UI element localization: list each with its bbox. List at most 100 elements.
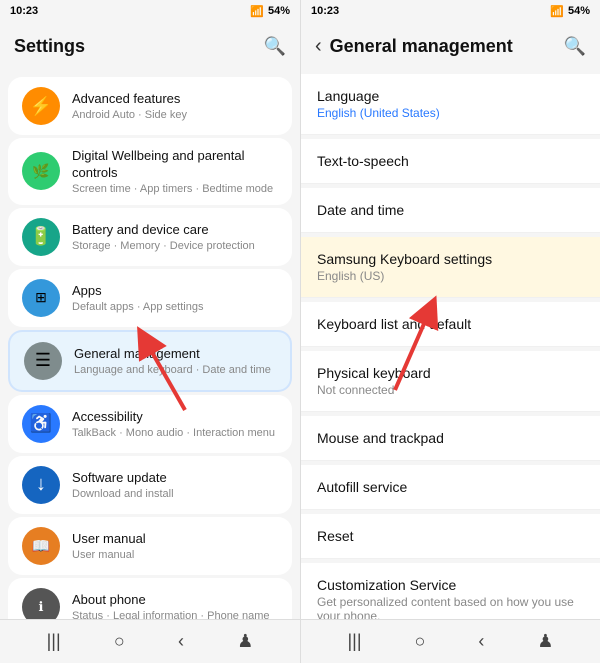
battery-icon: 🔋 bbox=[22, 218, 60, 256]
language-subtitle: English (United States) bbox=[317, 106, 584, 120]
left-header: Settings 🔍 bbox=[0, 22, 300, 70]
right-status-time: 10:23 bbox=[311, 5, 339, 17]
about-icon: ℹ bbox=[22, 588, 60, 619]
language-title: Language bbox=[317, 88, 584, 104]
menu-item-language[interactable]: Language English (United States) bbox=[301, 74, 600, 135]
autofill-section: Autofill service bbox=[301, 465, 600, 510]
settings-item-battery[interactable]: 🔋 Battery and device care Storage · Memo… bbox=[8, 208, 292, 266]
menu-item-mouse[interactable]: Mouse and trackpad bbox=[301, 416, 600, 461]
settings-item-about[interactable]: ℹ About phone Status · Legal information… bbox=[8, 578, 292, 619]
advanced-text: Advanced features Android Auto · Side ke… bbox=[72, 91, 278, 121]
left-nav-bar: ||| ○ ‹ ♟ bbox=[0, 619, 300, 663]
about-title: About phone bbox=[72, 592, 278, 609]
menu-item-samsung-keyboard[interactable]: Samsung Keyboard settings English (US) bbox=[301, 237, 600, 298]
about-subtitle: Status · Legal information · Phone name bbox=[72, 610, 278, 619]
software-title: Software update bbox=[72, 470, 278, 487]
menu-item-keyboard-list[interactable]: Keyboard list and default bbox=[301, 302, 600, 347]
menu-item-physical-keyboard[interactable]: Physical keyboard Not connected bbox=[301, 351, 600, 412]
menu-item-datetime[interactable]: Date and time bbox=[301, 188, 600, 233]
manual-subtitle: User manual bbox=[72, 549, 278, 561]
datetime-title: Date and time bbox=[317, 202, 584, 218]
right-settings-list: Language English (United States) Text-to… bbox=[301, 70, 600, 619]
right-nav-home[interactable]: ○ bbox=[407, 623, 434, 660]
manual-text: User manual User manual bbox=[72, 531, 278, 561]
wellbeing-subtitle: Screen time · App timers · Bedtime mode bbox=[72, 183, 278, 195]
general-text: General management Language and keyboard… bbox=[74, 346, 276, 376]
left-nav-assist[interactable]: ♟ bbox=[229, 623, 261, 660]
battery-title: Battery and device care bbox=[72, 222, 278, 239]
tts-title: Text-to-speech bbox=[317, 153, 584, 169]
about-text: About phone Status · Legal information ·… bbox=[72, 592, 278, 619]
general-subtitle: Language and keyboard · Date and time bbox=[74, 364, 276, 376]
right-nav-bar: ||| ○ ‹ ♟ bbox=[301, 619, 600, 663]
manual-icon: 📖 bbox=[22, 527, 60, 565]
physical-keyboard-subtitle: Not connected bbox=[317, 383, 584, 397]
right-status-icons: 📶 54% bbox=[550, 5, 590, 18]
left-search-icon[interactable]: 🔍 bbox=[264, 36, 286, 57]
customization-subtitle: Get personalized content based on how yo… bbox=[317, 595, 584, 619]
customization-section: Customization Service Get personalized c… bbox=[301, 563, 600, 619]
software-subtitle: Download and install bbox=[72, 488, 278, 500]
apps-subtitle: Default apps · App settings bbox=[72, 301, 278, 313]
right-panel: 10:23 📶 54% ‹ General management 🔍 Langu… bbox=[300, 0, 600, 663]
left-nav-back[interactable]: ‹ bbox=[170, 623, 192, 660]
accessibility-title: Accessibility bbox=[72, 409, 278, 426]
left-nav-recent[interactable]: ||| bbox=[39, 623, 69, 660]
settings-item-advanced[interactable]: ⚡ Advanced features Android Auto · Side … bbox=[8, 77, 292, 135]
left-panel: 10:23 📶 54% Settings 🔍 ⚡ Advanced featur… bbox=[0, 0, 300, 663]
right-back-icon[interactable]: ‹ bbox=[315, 35, 322, 58]
general-title: General management bbox=[74, 346, 276, 363]
mouse-section: Mouse and trackpad bbox=[301, 416, 600, 461]
manual-title: User manual bbox=[72, 531, 278, 548]
accessibility-icon: ♿ bbox=[22, 405, 60, 443]
menu-item-customization[interactable]: Customization Service Get personalized c… bbox=[301, 563, 600, 619]
right-nav-recent[interactable]: ||| bbox=[339, 623, 369, 660]
advanced-subtitle: Android Auto · Side key bbox=[72, 109, 278, 121]
autofill-title: Autofill service bbox=[317, 479, 584, 495]
right-nav-assist[interactable]: ♟ bbox=[529, 623, 561, 660]
software-icon: ↓ bbox=[22, 466, 60, 504]
right-header-left: ‹ General management bbox=[315, 35, 513, 58]
apps-title: Apps bbox=[72, 283, 278, 300]
settings-item-accessibility[interactable]: ♿ Accessibility TalkBack · Mono audio · … bbox=[8, 395, 292, 453]
left-status-icons: 📶 54% bbox=[250, 5, 290, 18]
battery-subtitle: Storage · Memory · Device protection bbox=[72, 240, 278, 252]
reset-title: Reset bbox=[317, 528, 584, 544]
menu-item-reset[interactable]: Reset bbox=[301, 514, 600, 559]
wellbeing-title: Digital Wellbeing and parental controls bbox=[72, 148, 278, 182]
wellbeing-icon: 🌿 bbox=[22, 152, 60, 190]
settings-item-apps[interactable]: ⊞ Apps Default apps · App settings bbox=[8, 269, 292, 327]
right-header-title: General management bbox=[330, 36, 513, 57]
right-header: ‹ General management 🔍 bbox=[301, 22, 600, 70]
left-nav-home[interactable]: ○ bbox=[106, 623, 133, 660]
right-battery: 54% bbox=[568, 5, 590, 17]
settings-item-wellbeing[interactable]: 🌿 Digital Wellbeing and parental control… bbox=[8, 138, 292, 205]
reset-section: Reset bbox=[301, 514, 600, 559]
keyboard-list-section: Keyboard list and default bbox=[301, 302, 600, 347]
apps-text: Apps Default apps · App settings bbox=[72, 283, 278, 313]
tts-section: Text-to-speech bbox=[301, 139, 600, 184]
settings-item-general[interactable]: ☰ General management Language and keyboa… bbox=[8, 330, 292, 392]
apps-icon: ⊞ bbox=[22, 279, 60, 317]
samsung-keyboard-section: Samsung Keyboard settings English (US) bbox=[301, 237, 600, 298]
wellbeing-text: Digital Wellbeing and parental controls … bbox=[72, 148, 278, 195]
accessibility-subtitle: TalkBack · Mono audio · Interaction menu bbox=[72, 427, 278, 439]
menu-item-tts[interactable]: Text-to-speech bbox=[301, 139, 600, 184]
accessibility-text: Accessibility TalkBack · Mono audio · In… bbox=[72, 409, 278, 439]
right-signal-icon: 📶 bbox=[550, 5, 564, 18]
left-settings-list: ⚡ Advanced features Android Auto · Side … bbox=[0, 70, 300, 619]
settings-item-software[interactable]: ↓ Software update Download and install bbox=[8, 456, 292, 514]
physical-keyboard-title: Physical keyboard bbox=[317, 365, 584, 381]
datetime-section: Date and time bbox=[301, 188, 600, 233]
left-battery: 54% bbox=[268, 5, 290, 17]
menu-item-autofill[interactable]: Autofill service bbox=[301, 465, 600, 510]
left-header-title: Settings bbox=[14, 36, 85, 57]
right-nav-back[interactable]: ‹ bbox=[470, 623, 492, 660]
battery-text: Battery and device care Storage · Memory… bbox=[72, 222, 278, 252]
samsung-keyboard-subtitle: English (US) bbox=[317, 269, 584, 283]
left-status-time: 10:23 bbox=[10, 5, 38, 17]
general-icon: ☰ bbox=[24, 342, 62, 380]
settings-item-manual[interactable]: 📖 User manual User manual bbox=[8, 517, 292, 575]
physical-keyboard-section: Physical keyboard Not connected bbox=[301, 351, 600, 412]
right-search-icon[interactable]: 🔍 bbox=[564, 36, 586, 57]
